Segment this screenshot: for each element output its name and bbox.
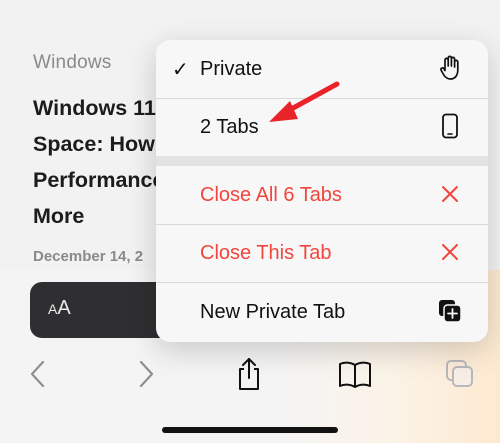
menu-item-new-private-tab[interactable]: New Private Tab <box>156 283 488 341</box>
back-icon <box>30 360 45 388</box>
back-button[interactable] <box>18 354 58 394</box>
share-button[interactable] <box>229 354 269 394</box>
menu-item-label: Private <box>200 57 263 80</box>
close-icon <box>436 238 464 266</box>
menu-item-close-this-tab[interactable]: Close This Tab <box>156 224 488 282</box>
phone-icon <box>436 112 464 140</box>
share-icon <box>239 358 259 390</box>
hand-raised-icon <box>436 54 464 82</box>
checkmark-icon: ✓ <box>172 58 189 81</box>
menu-group-separator <box>156 156 488 166</box>
reader-aa-large: A <box>57 297 71 319</box>
new-tab-icon <box>436 297 464 325</box>
menu-item-label: Close This Tab <box>200 241 332 264</box>
forward-button[interactable] <box>126 354 166 394</box>
reader-options-button[interactable]: AA <box>48 297 71 320</box>
forward-icon <box>139 360 154 388</box>
menu-item-label: Close All 6 Tabs <box>200 183 342 206</box>
menu-item-label: 2 Tabs <box>200 115 259 138</box>
menu-item-label: New Private Tab <box>200 300 346 323</box>
bookmarks-icon <box>339 361 371 388</box>
menu-item-private[interactable]: ✓ Private <box>156 40 488 98</box>
menu-item-tab-group[interactable]: 2 Tabs <box>156 98 488 156</box>
menu-item-close-all-tabs[interactable]: Close All 6 Tabs <box>156 166 488 224</box>
tabs-icon <box>446 360 473 387</box>
tabs-button[interactable] <box>440 354 480 394</box>
home-indicator[interactable] <box>162 427 338 433</box>
tab-group-menu: ✓ Private 2 Tabs Close All 6 Tabs Close … <box>156 40 488 342</box>
close-icon <box>436 180 464 208</box>
bookmarks-button[interactable] <box>335 354 375 394</box>
reader-aa-small: A <box>48 301 58 317</box>
